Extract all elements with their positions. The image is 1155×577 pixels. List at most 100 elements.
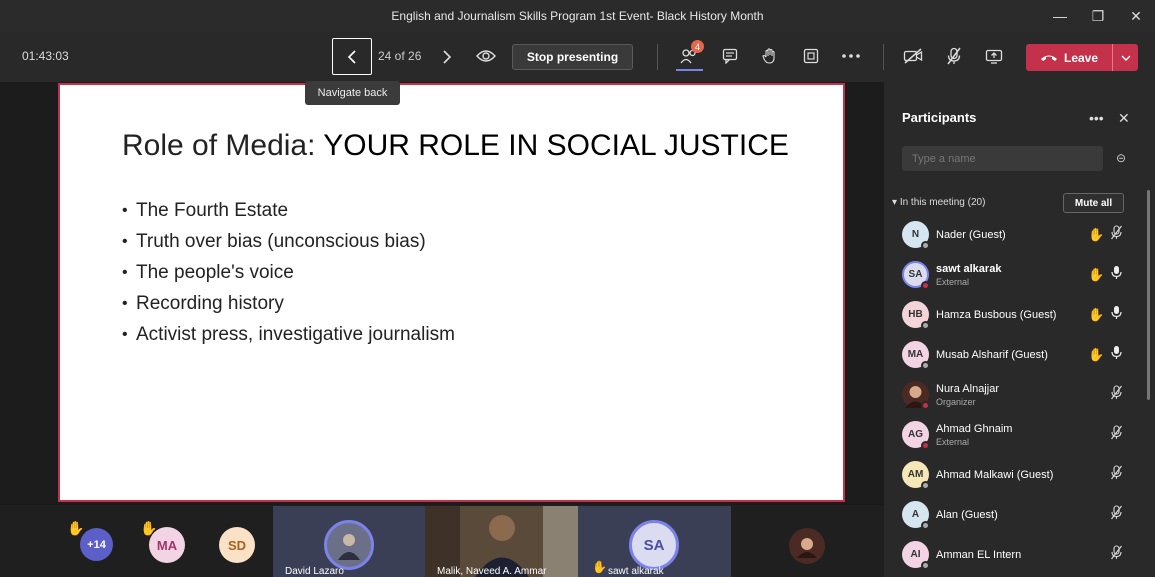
participant-row[interactable]: MA Musab Alsharif (Guest) ✋ [884, 335, 1146, 375]
mic-muted-icon[interactable] [1110, 545, 1123, 563]
panel-title: Participants [902, 110, 977, 125]
participant-name: Ahmad Ghnaim [936, 423, 1013, 435]
participant-row[interactable]: AG Ahmad Ghnaim External [884, 415, 1146, 455]
slide-bullet: • Activist press, investigative journalis… [122, 323, 455, 345]
overflow-participants[interactable]: +14 [80, 528, 113, 561]
raise-hand-icon [762, 48, 775, 64]
participant-row[interactable]: SA sawt alkarak External ✋ [884, 255, 1146, 295]
chat-icon [722, 48, 738, 64]
private-view-button[interactable] [474, 44, 498, 68]
mic-muted-icon[interactable] [1110, 465, 1123, 483]
slide-title: Role of Media: YOUR ROLE IN SOCIAL JUSTI… [122, 129, 789, 163]
participant-role: External [936, 437, 970, 447]
person-photo-icon [338, 534, 360, 560]
maximize-icon[interactable]: ❐ [1079, 0, 1117, 32]
participant-name: Alan (Guest) [936, 509, 998, 521]
participant-name: Amman EL Intern [936, 549, 1022, 561]
share-invite-icon[interactable]: ⊝ [1116, 151, 1126, 165]
active-indicator [676, 69, 703, 71]
presence-status-icon [921, 281, 930, 290]
raised-hand-icon: ✋ [1088, 347, 1105, 362]
phone-hangup-icon [1040, 55, 1057, 61]
leave-button[interactable]: Leave [1026, 44, 1112, 71]
video-tile[interactable] [731, 506, 884, 577]
presence-status-icon [921, 521, 930, 530]
presence-status-icon [921, 401, 930, 410]
participant-row[interactable]: Nura Alnajjar Organizer [884, 375, 1146, 415]
navigate-back-tooltip: Navigate back [305, 81, 400, 105]
toolbar-divider [657, 44, 658, 70]
camera-toggle-button[interactable] [900, 43, 926, 69]
slide-counter: 24 of 26 [378, 49, 422, 63]
window-title: English and Journalism Skills Program 1s… [391, 9, 764, 23]
view-button[interactable] [798, 43, 824, 69]
chevron-right-icon [443, 49, 452, 64]
mic-toggle-button[interactable] [941, 43, 967, 69]
video-tile[interactable]: SA ✋ sawt alkarak [578, 506, 731, 577]
navigate-back-button[interactable] [332, 38, 372, 75]
stop-presenting-button[interactable]: Stop presenting [512, 44, 633, 70]
navigate-forward-button[interactable] [432, 38, 462, 75]
minimize-icon[interactable]: — [1041, 0, 1079, 32]
participant-role: Organizer [936, 397, 976, 407]
share-screen-icon [985, 49, 1003, 64]
person-photo-icon [797, 538, 817, 558]
close-panel-icon[interactable]: ✕ [1118, 110, 1130, 127]
mic-muted-icon[interactable] [1110, 385, 1123, 403]
chevron-down-icon [1121, 55, 1130, 61]
slide-title-regular: Role of Media: [122, 129, 324, 162]
mic-muted-icon[interactable] [1110, 505, 1123, 523]
avatar [789, 528, 825, 564]
avatar [324, 520, 374, 570]
participant-avatar-sd[interactable]: SD [219, 527, 255, 563]
raised-hand-icon: ✋ [592, 560, 607, 574]
shared-slide: Role of Media: YOUR ROLE IN SOCIAL JUSTI… [58, 83, 845, 502]
mic-icon[interactable] [1110, 345, 1123, 363]
mic-icon[interactable] [1110, 265, 1123, 283]
mic-icon[interactable] [1110, 305, 1123, 323]
meeting-timer: 01:43:03 [22, 49, 69, 63]
participant-avatar-ma[interactable]: MA [149, 527, 185, 563]
mic-muted-icon[interactable] [1110, 225, 1123, 243]
video-tile[interactable]: Malik, Naveed A. Ammar [425, 506, 578, 577]
slide-bullet: • The people's voice [122, 261, 294, 283]
participant-name: Nura Alnajjar [936, 383, 999, 395]
share-content-button[interactable] [981, 43, 1007, 69]
participant-row[interactable]: AM Ahmad Malkawi (Guest) [884, 455, 1146, 495]
participants-button[interactable]: 4 [676, 40, 704, 69]
slide-bullets: • The Fourth Estate • Truth over bias (unc… [122, 195, 455, 350]
mic-muted-icon[interactable] [1110, 425, 1123, 443]
participant-name: Nader (Guest) [936, 229, 1006, 241]
raised-hand-icon: ✋ [1088, 267, 1105, 282]
raised-hand-icon: ✋ [1088, 227, 1105, 242]
participant-search-input[interactable] [902, 146, 1103, 171]
mute-all-button[interactable]: Mute all [1063, 193, 1124, 213]
leave-label: Leave [1063, 50, 1099, 65]
mic-off-icon [947, 47, 961, 65]
slide-bullet: • The Fourth Estate [122, 199, 289, 221]
tile-name: David Lazaro [285, 566, 344, 577]
participant-row[interactable]: AI Amman EL Intern [884, 535, 1146, 575]
in-meeting-section[interactable]: ▾ In this meeting (20) [892, 197, 985, 208]
camera-off-icon [903, 48, 923, 64]
panel-scrollbar[interactable] [1147, 190, 1150, 400]
raised-hand-icon: ✋ [1088, 307, 1105, 322]
chat-button[interactable] [717, 43, 743, 69]
participant-name: sawt alkarak [936, 263, 1002, 275]
participant-role: External [936, 277, 970, 287]
slide-bullet: • Truth over bias (unconscious bias) [122, 230, 426, 252]
more-icon [842, 54, 860, 58]
slide-title-bold: YOUR ROLE IN SOCIAL JUSTICE [323, 129, 789, 162]
video-tile[interactable]: David Lazaro [273, 506, 425, 577]
meeting-toolbar: 01:43:03 24 of 26 Stop presenting 4 Leav… [0, 32, 1155, 82]
participant-row[interactable]: A Alan (Guest) [884, 495, 1146, 535]
reactions-button[interactable] [757, 43, 783, 69]
leave-options-button[interactable] [1112, 44, 1138, 71]
participant-name: Ahmad Malkawi (Guest) [936, 469, 1054, 481]
more-actions-button[interactable] [838, 43, 864, 69]
presence-status-icon [921, 481, 930, 490]
more-options-icon[interactable]: ••• [1089, 110, 1104, 126]
participant-row[interactable]: HB Hamza Busbous (Guest) ✋ [884, 295, 1146, 335]
participant-row[interactable]: N Nader (Guest) ✋ [884, 215, 1146, 255]
close-icon[interactable]: ✕ [1117, 0, 1155, 32]
